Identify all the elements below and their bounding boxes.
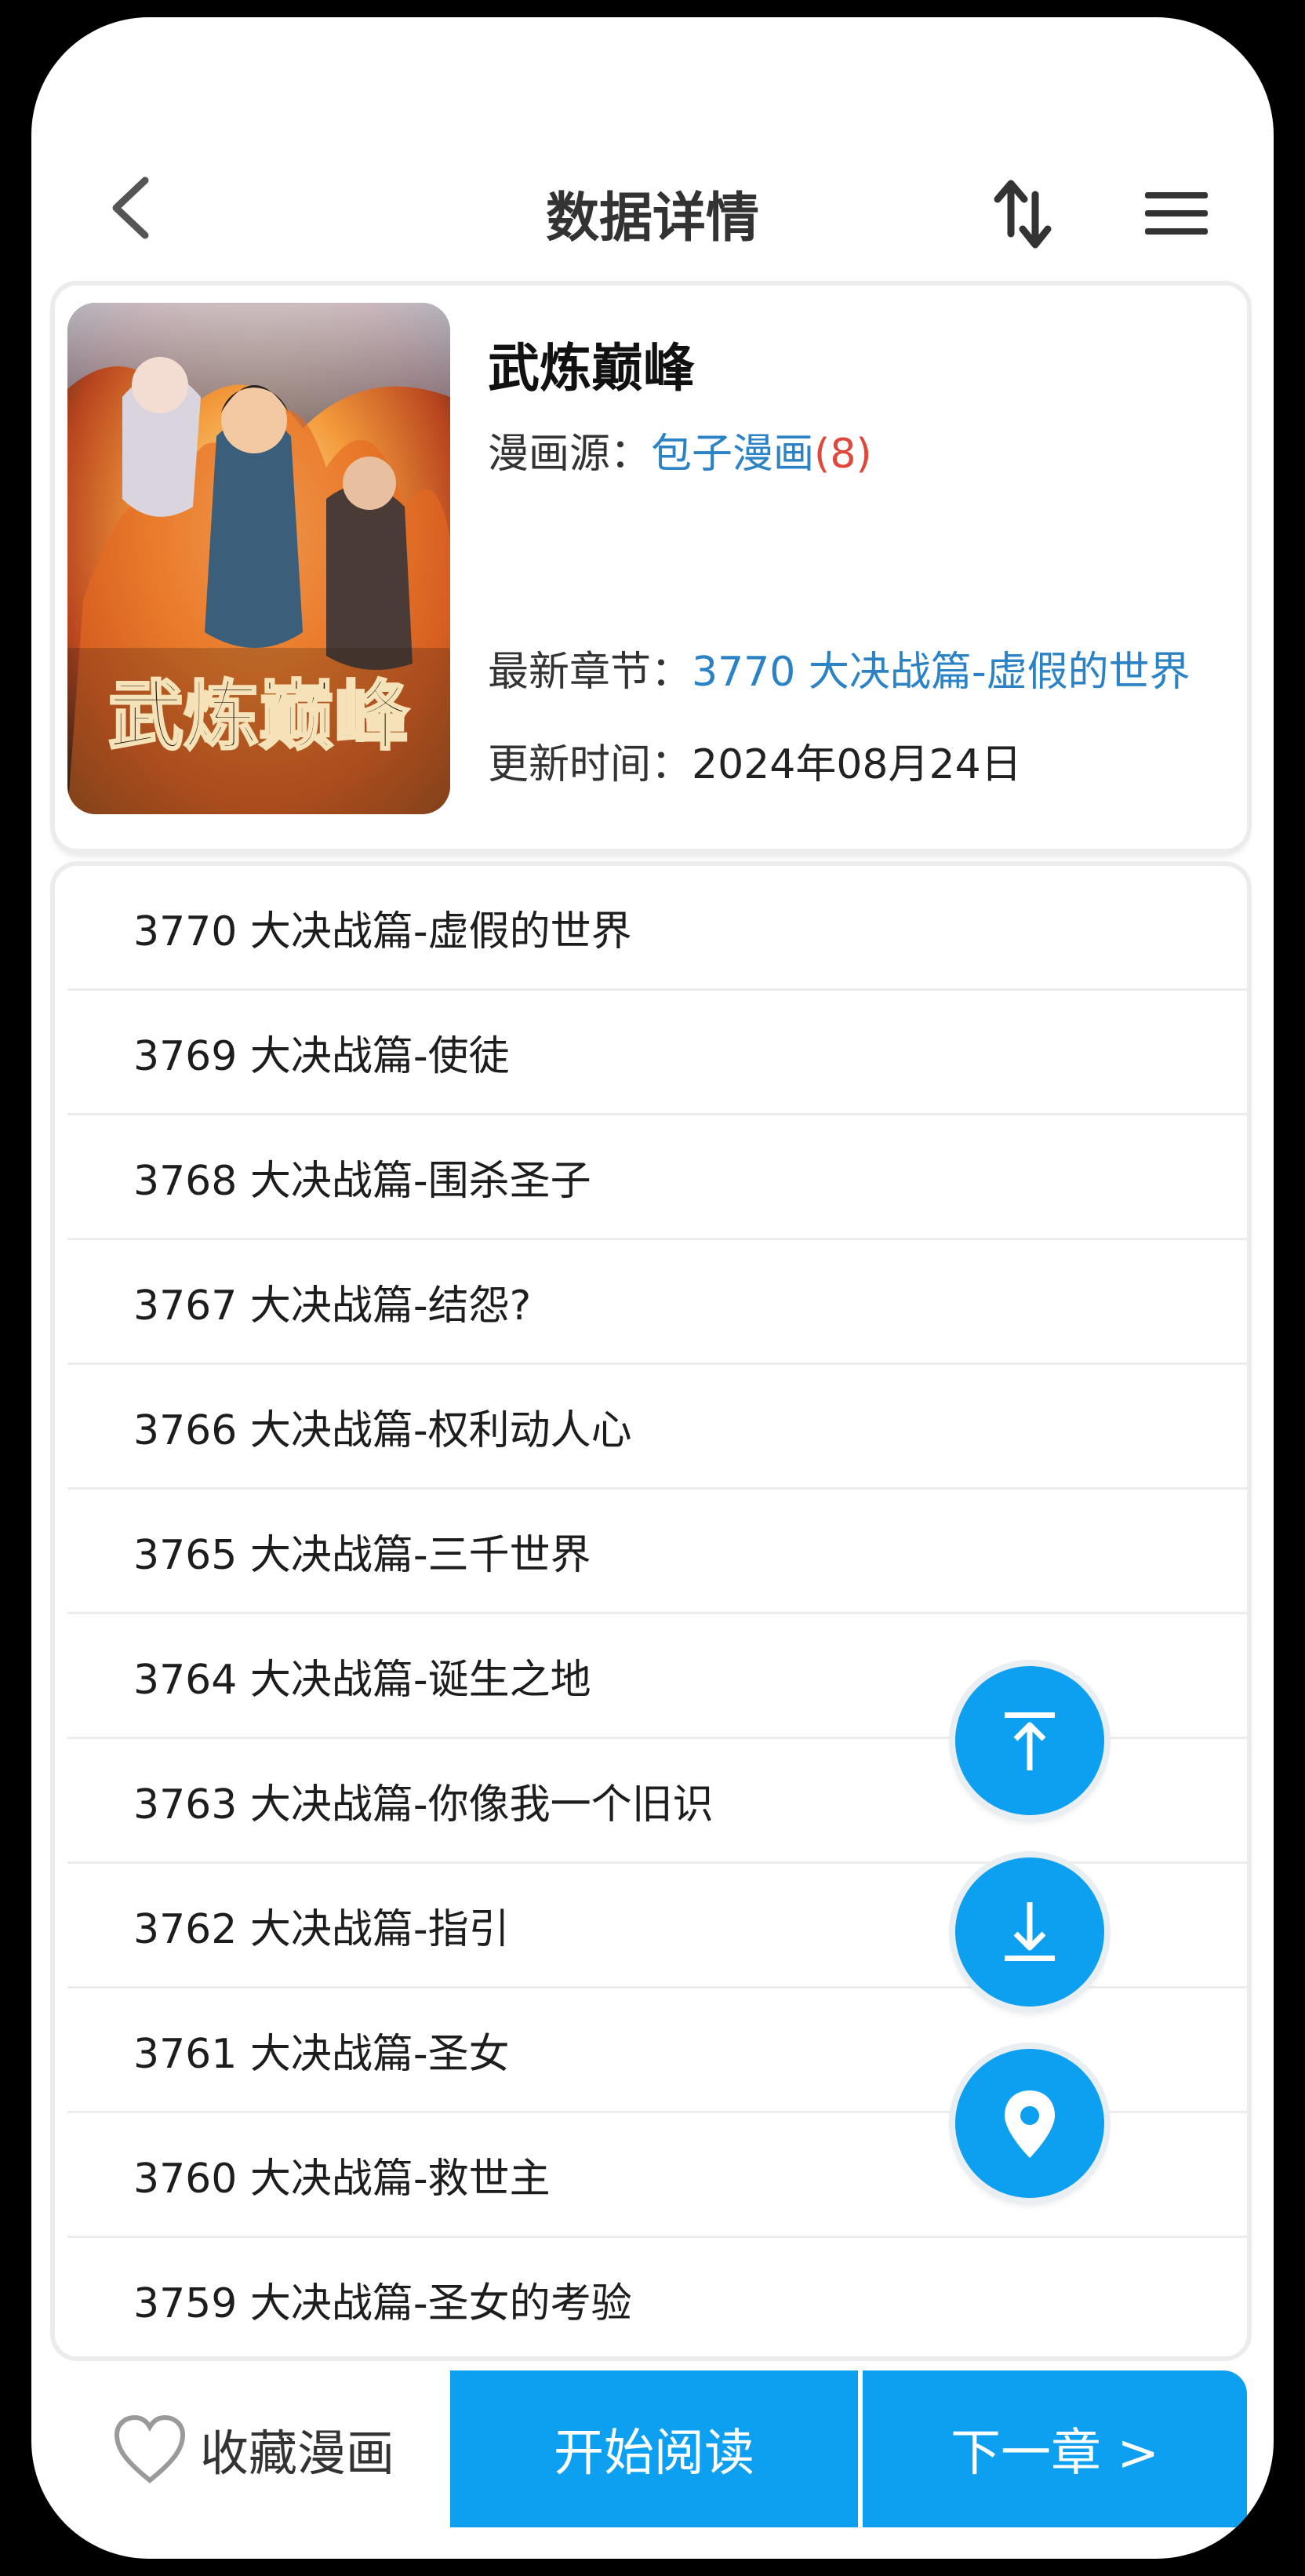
scroll-top-button[interactable] bbox=[955, 1666, 1104, 1815]
source-count: (8) bbox=[814, 431, 872, 478]
latest-chapter-row: 最新章节：3770 大决战篇-虚假的世界 bbox=[488, 639, 1190, 697]
heart-outline-icon bbox=[114, 2414, 185, 2483]
chapter-item[interactable]: 3765 大决战篇-三千世界 bbox=[67, 1490, 1247, 1614]
source-label: 漫画源： bbox=[488, 431, 652, 478]
sort-arrows-icon bbox=[994, 180, 1052, 249]
update-time-row: 更新时间：2024年08月24日 bbox=[488, 731, 1022, 790]
favorite-button[interactable]: 收藏漫画 bbox=[55, 2370, 450, 2527]
start-reading-button[interactable]: 开始阅读 bbox=[450, 2370, 858, 2527]
comic-cover[interactable]: 武炼巅峰 bbox=[67, 303, 450, 814]
hamburger-menu-icon bbox=[1145, 192, 1208, 235]
menu-button[interactable] bbox=[1137, 178, 1216, 249]
update-time-label: 更新时间： bbox=[488, 741, 692, 788]
chapter-item[interactable]: 3759 大决战篇-圣女的考验 bbox=[67, 2238, 1247, 2356]
next-chapter-label: 下一章 > bbox=[951, 2425, 1159, 2483]
bottom-action-bar: 收藏漫画 开始阅读 下一章 > bbox=[55, 2370, 1247, 2527]
latest-chapter-link[interactable]: 3770 大决战篇-虚假的世界 bbox=[692, 649, 1190, 696]
scroll-to-top-icon bbox=[1005, 1712, 1055, 1770]
latest-chapter-label: 最新章节： bbox=[488, 649, 692, 696]
update-time-value: 2024年08月24日 bbox=[692, 741, 1022, 788]
app-header: 数据详情 bbox=[31, 17, 1274, 276]
phone-screen: 数据详情 武炼巅峰 武炼巅峰 漫画源：包子漫画(8) 最新章节：3770 大决战… bbox=[31, 17, 1274, 2559]
source-row: 漫画源：包子漫画(8) bbox=[488, 420, 872, 479]
scroll-bottom-button[interactable] bbox=[955, 1857, 1104, 2007]
chapter-item[interactable]: 3767 大决战篇-结怨? bbox=[67, 1240, 1247, 1365]
sort-button[interactable] bbox=[991, 171, 1054, 257]
next-chapter-button[interactable]: 下一章 > bbox=[863, 2370, 1247, 2527]
cover-art: 武炼巅峰 bbox=[67, 303, 450, 814]
cover-title-text: 武炼巅峰 bbox=[108, 671, 409, 760]
chapter-item[interactable]: 3766 大决战篇-权利动人心 bbox=[67, 1365, 1247, 1490]
locate-current-button[interactable] bbox=[955, 2049, 1104, 2198]
source-link[interactable]: 包子漫画 bbox=[651, 431, 814, 478]
chapter-item[interactable]: 3768 大决战篇-围杀圣子 bbox=[67, 1115, 1247, 1240]
location-pin-icon bbox=[1005, 2090, 1055, 2158]
comic-title: 武炼巅峰 bbox=[488, 338, 695, 398]
comic-info-card: 武炼巅峰 武炼巅峰 漫画源：包子漫画(8) 最新章节：3770 大决战篇-虚假的… bbox=[55, 286, 1247, 849]
chapter-item[interactable]: 3770 大决战篇-虚假的世界 bbox=[67, 866, 1247, 991]
favorite-label: 收藏漫画 bbox=[199, 2425, 394, 2482]
page-title: 数据详情 bbox=[545, 187, 759, 249]
scroll-to-bottom-icon bbox=[1005, 1902, 1055, 1961]
start-reading-label: 开始阅读 bbox=[554, 2425, 754, 2483]
chapter-item[interactable]: 3769 大决战篇-使徒 bbox=[67, 991, 1247, 1115]
